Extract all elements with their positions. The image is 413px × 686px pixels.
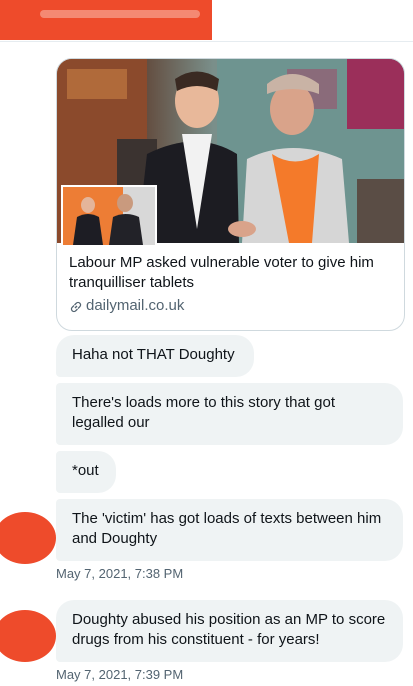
message-bubble[interactable]: The 'victim' has got loads of texts betw… [56, 499, 403, 561]
message-timestamp: May 7, 2021, 7:38 PM [56, 566, 184, 581]
article-title: Labour MP asked vulnerable voter to give… [69, 254, 374, 291]
redacted-avatar[interactable] [0, 512, 56, 564]
message-bubble[interactable]: *out [56, 451, 116, 493]
message-bubble[interactable]: Haha not THAT Doughty [56, 335, 254, 377]
message-text: Haha not THAT Doughty [72, 346, 235, 363]
card-text-area: Labour MP asked vulnerable voter to give… [57, 243, 404, 317]
message-bubble[interactable]: There's loads more to this story that go… [56, 383, 403, 445]
message-text: Doughty abused his position as an MP to … [72, 611, 386, 648]
link-preview-card[interactable]: Labour MP asked vulnerable voter to give… [56, 58, 405, 331]
message-text: *out [72, 462, 99, 479]
redacted-avatar[interactable] [0, 610, 56, 662]
article-image [57, 59, 404, 247]
message-timestamp: May 7, 2021, 7:39 PM [56, 667, 184, 682]
message-bubble[interactable]: Doughty abused his position as an MP to … [56, 600, 403, 662]
article-domain[interactable]: dailymail.co.uk [69, 295, 392, 317]
redacted-username [0, 0, 212, 40]
message-text: There's loads more to this story that go… [72, 394, 335, 431]
redaction-scribble [40, 10, 200, 18]
message-text: The 'victim' has got loads of texts betw… [72, 510, 382, 547]
inset-thumbnail [61, 185, 157, 247]
domain-text: dailymail.co.uk [86, 297, 185, 314]
link-icon [69, 299, 83, 313]
header-divider [0, 41, 413, 42]
